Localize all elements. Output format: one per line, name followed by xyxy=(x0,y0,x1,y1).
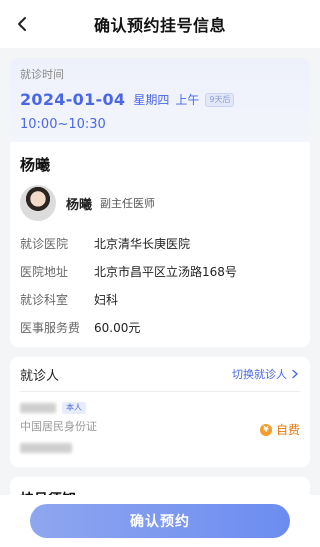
id-type: 中国居民身份证 xyxy=(20,420,97,433)
visit-weekday: 星期四 xyxy=(133,93,170,107)
switch-visitor-label: 切换就诊人 xyxy=(232,368,287,381)
date-row: 2024-01-04 星期四 上午 9天后 xyxy=(20,90,300,109)
patient-name: 杨曦 xyxy=(20,156,51,174)
info-value: 北京清华长庚医院 xyxy=(94,236,191,251)
visit-period: 上午 xyxy=(175,93,200,107)
chevron-right-icon xyxy=(292,369,299,379)
confirm-appointment-button[interactable]: 确认预约 xyxy=(30,504,290,538)
info-key: 医院地址 xyxy=(20,264,69,279)
info-value: 妇科 xyxy=(94,292,119,307)
visitor-details: 本人 中国居民身份证 xyxy=(20,402,97,457)
chevron-left-icon xyxy=(18,17,26,31)
visit-date: 2024-01-04 xyxy=(20,90,126,109)
doctor-title: 副主任医师 xyxy=(100,197,156,210)
info-row-fee: 医事服务费 60.00元 xyxy=(10,313,310,341)
visitor-section-title: 就诊人 xyxy=(20,368,60,384)
info-key: 就诊科室 xyxy=(20,292,69,307)
visit-time-range: 10:00~10:30 xyxy=(20,117,106,132)
blurred-id-number xyxy=(20,443,72,453)
info-key: 就诊医院 xyxy=(20,236,69,251)
info-row-department: 就诊科室 妇科 xyxy=(10,285,310,313)
divider xyxy=(20,391,300,392)
bottom-bar: 确认预约 xyxy=(0,495,320,547)
visit-time-label: 就诊时间 xyxy=(20,68,64,81)
doctor-name: 杨曦 xyxy=(66,197,93,213)
self-tag: 本人 xyxy=(62,402,86,414)
payment-label: 自费 xyxy=(275,423,300,437)
visitor-header: 就诊人 切换就诊人 xyxy=(20,357,300,391)
visit-time-block: 就诊时间 2024-01-04 星期四 上午 9天后 10:00~10:30 xyxy=(10,58,310,142)
page-title: 确认预约挂号信息 xyxy=(93,16,226,35)
info-row-address: 医院地址 北京市昌平区立汤路168号 xyxy=(10,257,310,285)
days-until-badge: 9天后 xyxy=(205,92,235,107)
switch-visitor-button[interactable]: 切换就诊人 xyxy=(232,366,300,382)
blurred-name xyxy=(20,403,56,413)
doctor-avatar xyxy=(20,185,56,221)
visitor-card: 就诊人 切换就诊人 本人 中国居民身份证 ¥ 自费 xyxy=(10,357,310,467)
doctor-row: 杨曦 副主任医师 xyxy=(10,183,310,229)
top-bar: 确认预约挂号信息 xyxy=(0,0,320,48)
info-key: 医事服务费 xyxy=(20,320,81,335)
info-row-hospital: 就诊医院 北京清华长庚医院 xyxy=(10,229,310,257)
back-button[interactable] xyxy=(10,12,34,36)
info-value: 北京市昌平区立汤路168号 xyxy=(94,264,237,279)
visitor-row: 本人 中国居民身份证 ¥ 自费 xyxy=(20,402,300,457)
appointment-card: 就诊时间 2024-01-04 星期四 上午 9天后 10:00~10:30 杨… xyxy=(10,58,310,347)
yen-coin-icon: ¥ xyxy=(259,423,272,436)
info-value: 60.00元 xyxy=(94,320,141,335)
payment-type: ¥ 自费 xyxy=(259,421,300,438)
